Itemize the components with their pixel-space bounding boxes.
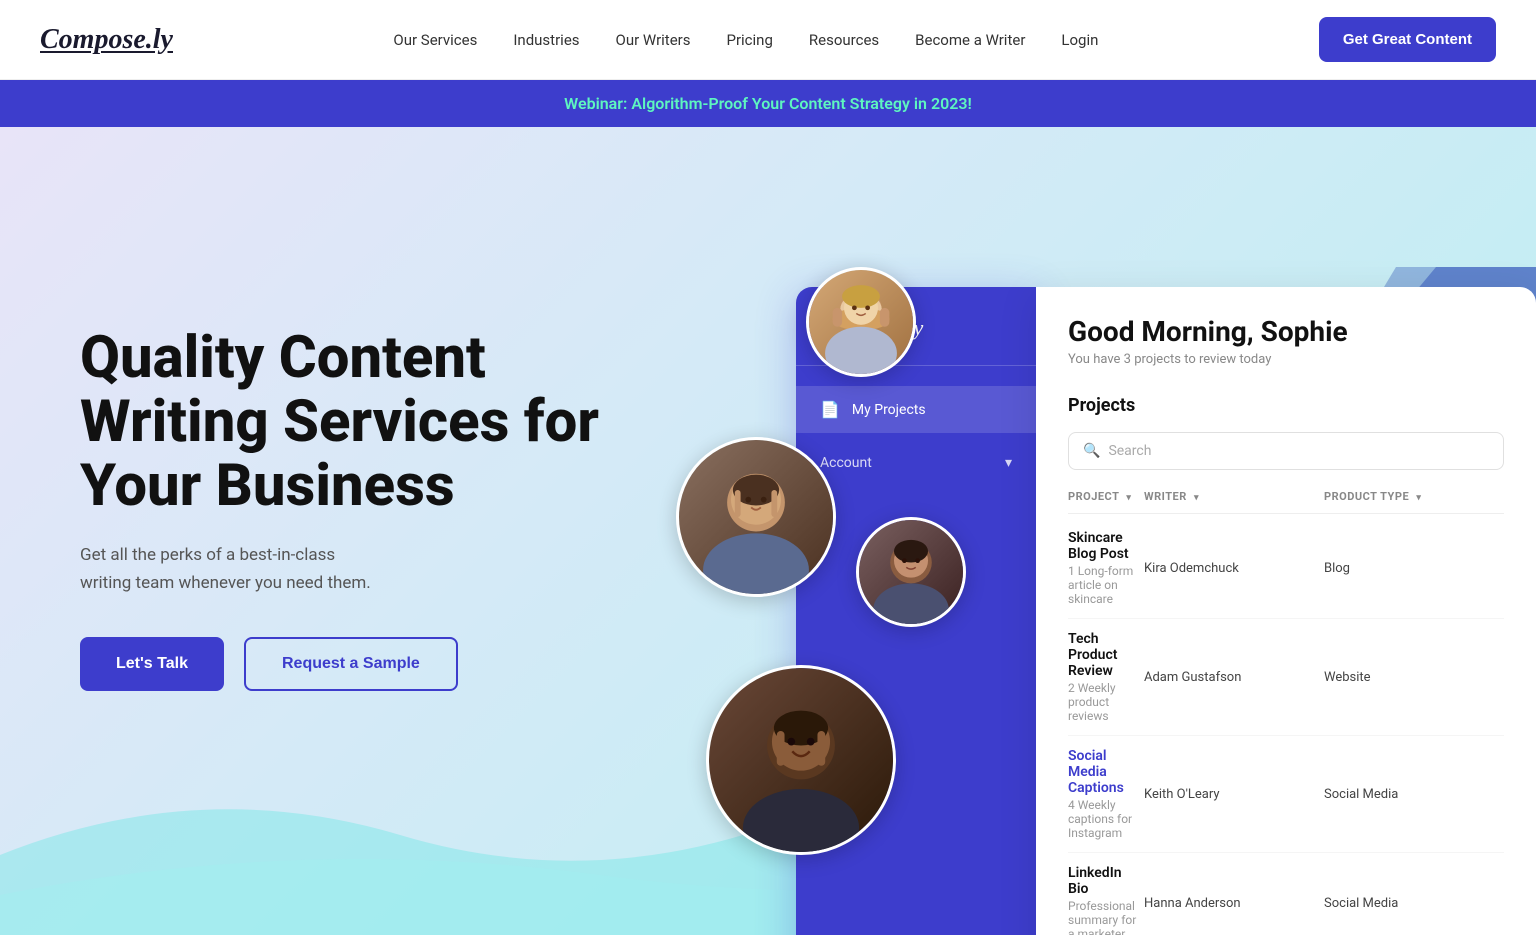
col-header-product-type: PRODUCT TYPE ▾ (1324, 490, 1504, 503)
sidebar-label-account: Account (820, 455, 872, 471)
nav-link-become-writer[interactable]: Become a Writer (915, 31, 1025, 49)
product-type: Social Media (1324, 787, 1504, 802)
table-body: Skincare Blog Post 1 Long-form article o… (1068, 518, 1504, 935)
avatar-bottom-center (706, 665, 896, 855)
product-type: Blog (1324, 561, 1504, 576)
projects-section: Projects 🔍 Search PROJECT ▾ WRITER ▾ (1068, 395, 1504, 935)
table-row[interactable]: Social Media Captions 4 Weekly captions … (1068, 736, 1504, 853)
project-cell: Skincare Blog Post 1 Long-form article o… (1068, 530, 1144, 606)
hero-subtext: Get all the perks of a best-in-classwrit… (80, 542, 640, 596)
sidebar-item-account[interactable]: Account ▾ (796, 441, 1036, 485)
writer-name: Kira Odemchuck (1144, 561, 1324, 576)
nav-link-pricing[interactable]: Pricing (726, 31, 772, 49)
sort-icon-writer[interactable]: ▾ (1194, 493, 1199, 503)
project-desc: 4 Weekly captions for Instagram (1068, 798, 1144, 840)
greeting-section: Good Morning, Sophie You have 3 projects… (1068, 315, 1504, 367)
avatar-mid-left (676, 437, 836, 597)
nav-links: Our Services Industries Our Writers Pric… (393, 31, 1098, 49)
project-cell: Tech Product Review 2 Weekly product rev… (1068, 631, 1144, 723)
project-name: Social Media Captions (1068, 748, 1144, 796)
project-name: LinkedIn Bio (1068, 865, 1144, 897)
sidebar-item-my-projects[interactable]: 📄 My Projects (796, 386, 1036, 433)
col-header-writer: WRITER ▾ (1144, 490, 1324, 503)
hero-heading: Quality Content Writing Services for You… (80, 327, 640, 518)
greeting-subtitle: You have 3 projects to review today (1068, 352, 1348, 367)
product-type: Website (1324, 670, 1504, 685)
avatar-mid-right (856, 517, 966, 627)
table-row[interactable]: LinkedIn Bio Professional summary for a … (1068, 853, 1504, 935)
table-header: PROJECT ▾ WRITER ▾ PRODUCT TYPE ▾ (1068, 490, 1504, 514)
project-cell: LinkedIn Bio Professional summary for a … (1068, 865, 1144, 935)
col-header-project: PROJECT ▾ (1068, 490, 1144, 503)
banner-text: Webinar: Algorithm-Proof Your Content St… (564, 94, 972, 113)
project-name: Skincare Blog Post (1068, 530, 1144, 562)
document-icon: 📄 (820, 400, 840, 419)
announcement-banner[interactable]: Webinar: Algorithm-Proof Your Content St… (0, 80, 1536, 127)
logo[interactable]: Compose.ly (40, 24, 173, 56)
chevron-down-icon: ▾ (1005, 455, 1012, 471)
writer-name: Keith O'Leary (1144, 787, 1324, 802)
writer-name: Hanna Anderson (1144, 896, 1324, 911)
project-cell: Social Media Captions 4 Weekly captions … (1068, 748, 1144, 840)
nav-link-login[interactable]: Login (1061, 31, 1098, 49)
table-row[interactable]: Skincare Blog Post 1 Long-form article o… (1068, 518, 1504, 619)
sidebar-label-my-projects: My Projects (852, 402, 926, 418)
greeting-text: Good Morning, Sophie You have 3 projects… (1068, 315, 1348, 367)
search-box[interactable]: 🔍 Search (1068, 432, 1504, 470)
projects-title: Projects (1068, 395, 1504, 416)
hero-buttons: Let's Talk Request a Sample (80, 637, 640, 691)
project-desc: Professional summary for a marketer (1068, 899, 1144, 935)
sort-icon-product-type[interactable]: ▾ (1416, 493, 1421, 503)
avatar-top-right (806, 267, 916, 377)
lets-talk-button[interactable]: Let's Talk (80, 637, 224, 691)
get-great-content-button[interactable]: Get Great Content (1319, 17, 1496, 62)
sort-icon-project[interactable]: ▾ (1126, 493, 1131, 503)
nav-link-our-services[interactable]: Our Services (393, 31, 477, 49)
hero-left-content: Quality Content Writing Services for You… (80, 327, 640, 691)
product-type: Social Media (1324, 896, 1504, 911)
nav-link-resources[interactable]: Resources (809, 31, 879, 49)
greeting-title: Good Morning, Sophie (1068, 315, 1348, 348)
project-desc: 2 Weekly product reviews (1068, 681, 1144, 723)
request-sample-button[interactable]: Request a Sample (244, 637, 458, 691)
dashboard-main: Good Morning, Sophie You have 3 projects… (1036, 287, 1536, 935)
hero-section: Quality Content Writing Services for You… (0, 127, 1536, 935)
project-desc: 1 Long-form article on skincare (1068, 564, 1144, 606)
project-name: Tech Product Review (1068, 631, 1144, 679)
nav-link-industries[interactable]: Industries (513, 31, 579, 49)
table-row[interactable]: Tech Product Review 2 Weekly product rev… (1068, 619, 1504, 736)
nav-link-our-writers[interactable]: Our Writers (616, 31, 691, 49)
search-icon: 🔍 (1083, 443, 1100, 459)
search-placeholder: Search (1108, 443, 1151, 459)
navbar: Compose.ly Our Services Industries Our W… (0, 0, 1536, 80)
writer-name: Adam Gustafson (1144, 670, 1324, 685)
